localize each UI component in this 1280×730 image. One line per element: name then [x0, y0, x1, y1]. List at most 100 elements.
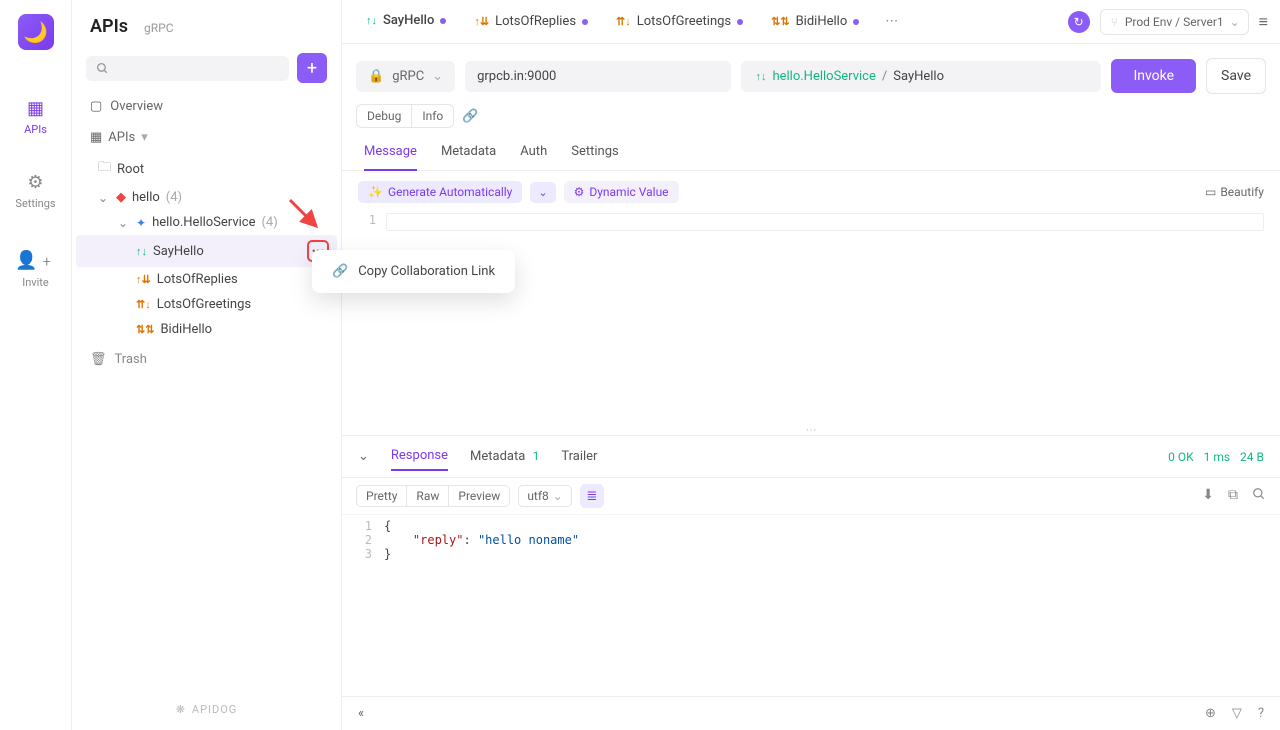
tab-lotsofgreetings[interactable]: ⇈↓ LotsOfGreetings — [604, 0, 755, 44]
ctx-copy-collab-link[interactable]: 🔗 Copy Collaboration Link — [318, 256, 509, 287]
generate-dropdown[interactable]: ⌄ — [530, 182, 555, 203]
response-status: 0 OK — [1168, 450, 1194, 464]
chevron-down-icon: ⌄ — [98, 191, 110, 205]
tab-lotsofreplies[interactable]: ↑⇊ LotsOfReplies — [462, 0, 600, 44]
overview-label: Overview — [110, 99, 163, 114]
branch-icon: ⑂ — [1111, 15, 1118, 29]
filter-button[interactable]: ≣ — [580, 484, 604, 508]
tab-bidihello[interactable]: ⇅⇅ BidiHello — [759, 0, 871, 44]
sidebar-apis-header[interactable]: ▦ APIs ▾ — [72, 122, 341, 153]
method-stream-icon: ⇈↓ — [616, 15, 631, 28]
chevron-down-icon: ⌄ — [553, 489, 563, 503]
response-trailer-tab[interactable]: Trailer — [561, 443, 597, 470]
nav-apis[interactable]: ▦ APIs — [0, 90, 71, 144]
tab-auth[interactable]: Auth — [520, 138, 547, 170]
wand-icon: ⚙ — [574, 185, 585, 199]
response-copy-icon[interactable]: ⧉ — [1228, 487, 1238, 505]
search-input[interactable] — [86, 56, 289, 81]
apis-header-icon: ▦ — [90, 130, 102, 145]
tree-lor-label: LotsOfReplies — [157, 272, 238, 287]
tree-item-lotsofreplies[interactable]: ↑⇊ LotsOfReplies — [76, 267, 337, 292]
nav-invite[interactable]: 👤﹢ Invite — [0, 238, 71, 297]
tree-root[interactable]: 🗀 Root — [76, 153, 337, 185]
view-raw[interactable]: Raw — [407, 485, 449, 507]
tree-item-bidihello[interactable]: ⇅⇅ BidiHello — [76, 317, 337, 342]
footer-add-icon[interactable]: ⊕ — [1205, 706, 1216, 721]
response-save-icon[interactable]: ⬇ — [1202, 487, 1214, 505]
line-number: 3 — [356, 547, 384, 561]
apis-icon: ▦ — [27, 98, 44, 119]
app-logo[interactable]: 🌙 — [18, 14, 54, 50]
response-time: 1 ms — [1204, 450, 1230, 464]
response-tab[interactable]: Response — [391, 442, 448, 471]
dynamic-value-button[interactable]: ⚙ Dynamic Value — [564, 181, 679, 203]
debug-tab[interactable]: Debug — [357, 105, 411, 127]
env-selector[interactable]: ⑂ Prod Env / Server1 — [1100, 9, 1249, 35]
encoding-selector[interactable]: utf8 ⌄ — [518, 485, 572, 507]
footer-brand: APIDOG — [192, 703, 237, 716]
sidebar-tree: 🗀 Root ⌄ ◆ hello (4) ⌄ ✦ hello.HelloServ… — [72, 153, 341, 342]
footer-filter-icon[interactable]: ▽ — [1232, 706, 1242, 721]
generate-button[interactable]: ✨ Generate Automatically — [358, 181, 522, 203]
message-tabs: Message Metadata Auth Settings — [342, 128, 1280, 171]
share-link-icon[interactable]: 🔗 — [462, 109, 478, 124]
response-body[interactable]: 1{ 2 "reply": "hello noname" 3} — [342, 515, 1280, 696]
tree-service[interactable]: ⌄ ✦ hello.HelloService (4) — [76, 210, 337, 235]
tree-item-sayhello[interactable]: ↑↓ SayHello ⋯ — [76, 235, 337, 267]
view-pretty-label: Pretty — [366, 489, 397, 503]
invoke-button[interactable]: Invoke — [1111, 59, 1196, 93]
unsaved-dot — [737, 19, 743, 25]
main-menu-button[interactable]: ≡ — [1259, 12, 1268, 32]
request-row: 🔒 gRPC ⌄ grpcb.in:9000 ↑↓ hello.HelloSer… — [342, 44, 1280, 94]
method-unary-icon: ↑↓ — [136, 245, 147, 258]
tab-req-settings[interactable]: Settings — [571, 138, 618, 170]
add-button[interactable]: + — [297, 53, 327, 83]
footer-help-icon[interactable]: ? — [1258, 706, 1264, 721]
sidebar-trash[interactable]: 🗑 Trash — [72, 342, 341, 377]
tab-sayhello[interactable]: ↑↓ SayHello — [354, 0, 458, 44]
beautify-button[interactable]: ▭ Beautify — [1205, 185, 1264, 199]
tree-hello[interactable]: ⌄ ◆ hello (4) — [76, 185, 337, 210]
view-preview[interactable]: Preview — [449, 485, 510, 507]
method-sep: / — [882, 69, 887, 84]
method-stream-icon: ↑⇊ — [474, 15, 489, 28]
nav-settings[interactable]: ⚙ Settings — [0, 164, 71, 218]
editor-line[interactable] — [386, 213, 1264, 231]
method-selector[interactable]: ↑↓ hello.HelloService / SayHello — [741, 61, 1101, 92]
invoke-label: Invoke — [1133, 68, 1174, 84]
trash-label: Trash — [115, 352, 147, 367]
view-preview-label: Preview — [458, 489, 500, 503]
footer-collapse-left[interactable]: « — [358, 706, 364, 721]
method-unary-icon: ↑↓ — [755, 70, 766, 83]
tab-message[interactable]: Message — [364, 138, 417, 171]
encoding-label: utf8 — [527, 489, 548, 503]
debug-label: Debug — [367, 109, 401, 123]
response-metadata-count: 1 — [533, 449, 540, 463]
tab-metadata[interactable]: Metadata — [441, 138, 496, 170]
nav-settings-label: Settings — [15, 197, 55, 210]
resp-line: { — [384, 519, 391, 533]
response-metadata-tab[interactable]: Metadata 1 — [470, 443, 539, 470]
response-header: ⌄ Response Metadata 1 Trailer 0 OK 1 ms … — [342, 435, 1280, 478]
info-tab[interactable]: Info — [411, 105, 453, 127]
sidebar: APIs gRPC + ▢ Overview ▦ APIs ▾ 🗀 Root ⌄ — [72, 0, 342, 730]
tree-item-lotsofgreetings[interactable]: ⇈↓ LotsOfGreetings — [76, 292, 337, 317]
view-pretty[interactable]: Pretty — [356, 485, 407, 507]
sidebar-title: APIs — [90, 16, 128, 37]
beautify-label: Beautify — [1220, 185, 1264, 199]
tabs-more-button[interactable]: ⋯ — [875, 14, 908, 29]
response-search-icon[interactable] — [1252, 487, 1266, 505]
request-body-editor[interactable]: 1 — [342, 213, 1280, 423]
tree-log-label: LotsOfGreetings — [157, 297, 251, 312]
sidebar-overview[interactable]: ▢ Overview — [72, 91, 341, 122]
response-collapse-toggle[interactable]: ⌄ — [358, 449, 369, 464]
splitter-handle[interactable]: ⋯ — [342, 423, 1280, 435]
save-button[interactable]: Save — [1206, 58, 1266, 94]
footer: « ⊕ ▽ ? — [342, 696, 1280, 730]
root-label: Root — [117, 162, 144, 177]
env-refresh-button[interactable]: ↻ — [1068, 11, 1090, 33]
protocol-selector[interactable]: 🔒 gRPC ⌄ — [356, 61, 455, 92]
tab-auth-label: Auth — [520, 144, 547, 159]
url-input[interactable]: grpcb.in:9000 — [465, 61, 731, 92]
chevron-down-icon: ⌄ — [118, 216, 130, 230]
